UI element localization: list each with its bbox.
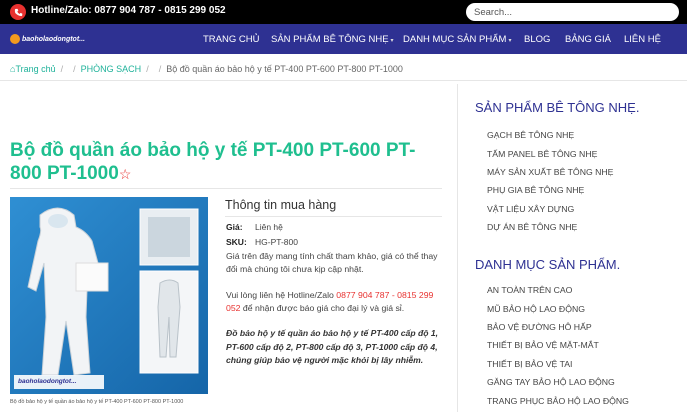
sidebar-item[interactable]: GĂNG TAY BẢO HỘ LAO ĐỘNG: [487, 377, 615, 387]
logo-text: baoholaodongtot...: [22, 35, 85, 43]
sku-row: SKU: HG-PT-800: [226, 237, 298, 247]
sidebar-item[interactable]: MŨ BẢO HỘ LAO ĐỘNG: [487, 304, 585, 314]
price-note: Giá trên đây mang tính chất tham khảo, g…: [226, 251, 438, 274]
sidebar-divider: [457, 84, 458, 412]
chevron-down-icon: ▾: [508, 38, 512, 44]
nav-item-pricing[interactable]: BẢNG GIÁ: [565, 34, 611, 45]
nav-item-blog[interactable]: BLOG: [524, 34, 550, 45]
site-logo[interactable]: baoholaodongtot...: [10, 34, 85, 44]
nav-item-categories[interactable]: DANH MỤC SẢN PHẨM ▾: [403, 34, 511, 45]
sidebar-item[interactable]: PHỤ GIA BÊ TÔNG NHẸ: [487, 185, 584, 195]
breadcrumb: ⌂Trang chủ / / PHÒNG SẠCH / / Bộ đồ quần áo bả…: [10, 64, 403, 74]
image-caption: Bộ đồ bảo hộ y tế quần áo bảo hộ y tế PT…: [10, 399, 184, 405]
sidebar-section-title: DANH MỤC SẢN PHẨM.: [475, 257, 621, 272]
sidebar-item[interactable]: DỰ ÁN BÊ TÔNG NHẸ: [487, 222, 577, 232]
image-watermark: baoholaodongtot...: [18, 378, 77, 385]
breadcrumb-current: Bộ đồ quần áo bảo hộ y tế PT-400 PT-600 …: [166, 64, 403, 74]
product-description: Đồ bảo hộ y tế quần áo bảo hộ y tế PT-40…: [226, 328, 439, 365]
nav-item-home[interactable]: TRANG CHỦ: [203, 34, 259, 45]
title-divider: [10, 188, 442, 189]
sku-value: HG-PT-800: [255, 237, 298, 247]
sidebar-item[interactable]: GẠCH BÊ TÔNG NHẸ: [487, 130, 574, 140]
sidebar-section-title: SẢN PHẨM BÊ TÔNG NHẸ.: [475, 100, 640, 115]
sidebar-item[interactable]: VẬT LIỆU XÂY DỰNG: [487, 204, 574, 214]
sidebar-item[interactable]: AN TOÀN TRÊN CAO: [487, 285, 572, 295]
main-navbar: baoholaodongtot... TRANG CHỦ SẢN PHẨM BÊ…: [0, 24, 687, 54]
nav-item-products[interactable]: SẢN PHẨM BÊ TÔNG NHẸ ▾: [271, 34, 394, 45]
sidebar-item[interactable]: TRANG PHỤC BẢO HỘ LAO ĐỘNG: [487, 396, 629, 406]
product-title: Bộ đồ quần áo bảo hộ y tế PT-400 PT-600 …: [10, 140, 416, 184]
chevron-down-icon: ▾: [390, 38, 394, 44]
buy-info-title: Thông tin mua hàng: [225, 198, 337, 212]
breadcrumb-category[interactable]: PHÒNG SẠCH: [81, 64, 142, 74]
logo-icon: [10, 34, 20, 44]
top-bar: Hotline/Zalo: 0877 904 787 - 0815 299 05…: [0, 0, 687, 24]
search-input[interactable]: [466, 3, 679, 21]
hotline-text: Hotline/Zalo: 0877 904 787 - 0815 299 05…: [31, 5, 226, 16]
nav-item-contact[interactable]: LIÊN HỆ: [624, 34, 661, 45]
sidebar-item[interactable]: THIẾT BỊ BẢO VỆ MẶT-MẮT: [487, 340, 599, 350]
header-divider: [0, 80, 687, 81]
breadcrumb-home[interactable]: Trang chủ: [15, 64, 55, 74]
star-icon[interactable]: ☆: [119, 166, 132, 182]
price-value: Liên hệ: [255, 222, 283, 232]
buy-info-divider: [225, 216, 442, 217]
sidebar-item[interactable]: TẤM PANEL BÊ TÔNG NHẸ: [487, 149, 597, 159]
phone-icon: [10, 4, 26, 20]
price-row: Giá: Liên hệ: [226, 222, 283, 232]
sidebar-item[interactable]: MÁY SẢN XUẤT BÊ TÔNG NHẸ: [487, 167, 613, 177]
product-image[interactable]: baoholaodongtot...: [10, 197, 208, 394]
contact-note: Vui lòng liên hệ Hotline/Zalo 0877 904 7…: [226, 290, 434, 313]
sidebar-item[interactable]: BẢO VỆ ĐƯỜNG HÔ HẤP: [487, 322, 592, 332]
sidebar-item[interactable]: THIẾT BỊ BẢO VỆ TAI: [487, 359, 572, 369]
